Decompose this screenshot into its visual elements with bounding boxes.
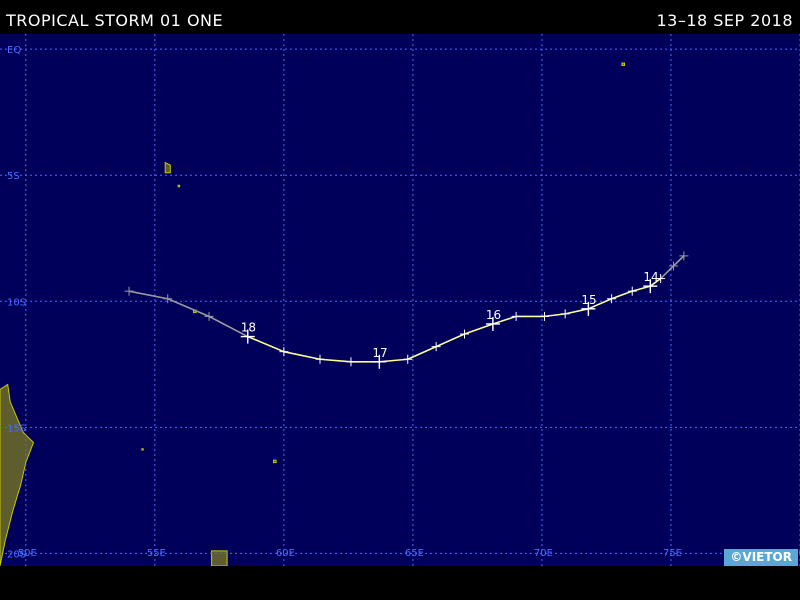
land-tromelin (141, 448, 144, 451)
footer-bar (0, 566, 800, 600)
day-label: 18 (241, 321, 256, 335)
day-label: 16 (486, 308, 501, 322)
credit-badge: ©VIETOR (724, 549, 798, 566)
land-cargados (273, 459, 277, 464)
map-title: TROPICAL STORM 01 ONE (6, 11, 224, 30)
latitude-label: 5S (7, 171, 20, 182)
header-bar: TROPICAL STORM 01 ONE 13–18 SEP 2018 (0, 0, 800, 34)
day-label: 15 (581, 293, 596, 307)
latitude-label: 10S (7, 297, 26, 308)
latitude-label: 15S (7, 423, 26, 434)
land-mauritius-north (211, 550, 228, 566)
day-label: 17 (372, 346, 387, 360)
latitude-label: 20S (7, 549, 26, 560)
land-platte (177, 184, 181, 188)
date-range: 13–18 SEP 2018 (656, 11, 793, 30)
ocean-background (0, 34, 800, 566)
day-label: 14 (643, 270, 658, 284)
latitude-label: EQ (7, 45, 21, 56)
land-maldives-south (621, 62, 625, 66)
storm-track-map[interactable]: 50E55E60E65E70E75E80EEQ5S10S15S20S 14151… (0, 34, 800, 566)
